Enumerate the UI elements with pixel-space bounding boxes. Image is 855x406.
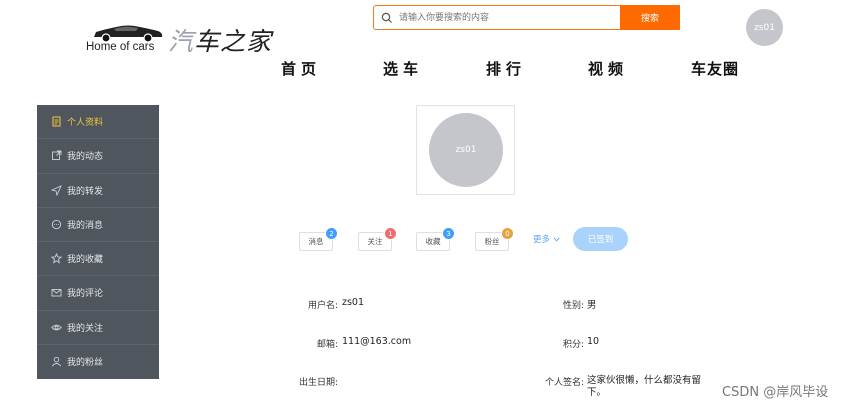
gender-label: 性别: [562, 301, 584, 311]
email-value: 111@163.com [342, 336, 412, 347]
watermark-text: CSDN @岸风毕设 [722, 385, 829, 400]
points-label: 积分: [562, 340, 584, 350]
sidebar-item-label: 我的转发 [67, 186, 104, 197]
sidebar-item-messages[interactable]: 我的消息 [37, 208, 159, 242]
nav-item-home[interactable]: 首页 [281, 58, 321, 79]
profile-avatar[interactable]: zs01 [429, 113, 503, 187]
nav-item-car-circle[interactable]: 车友圈 [691, 58, 739, 79]
main-nav: 首页 选车 排行 视频 车友圈 [0, 58, 855, 80]
signature-label: 个人签名: [544, 378, 584, 388]
site-logo[interactable]: Home of cars 汽车之家 [86, 20, 286, 60]
favorites-count-badge: 3 [442, 227, 455, 240]
favorites-button[interactable]: 收藏 3 [416, 227, 455, 251]
sidebar-item-label: 我的粉丝 [67, 358, 104, 369]
username-label: 用户名: [307, 301, 338, 311]
messages-button-label: 消息 [308, 237, 324, 246]
messages-count-badge: 2 [325, 227, 338, 240]
signature-value: 这家伙很懒，什么都没有留下。 [587, 375, 702, 398]
sidebar-item-label: 我的关注 [67, 323, 104, 334]
search-icon [381, 12, 392, 23]
more-label: 更多 [533, 235, 551, 245]
send-icon [51, 184, 62, 196]
sidebar-item-forwards[interactable]: 我的转发 [37, 174, 159, 208]
user-avatar[interactable]: zs01 [746, 9, 783, 46]
file-icon [52, 116, 61, 127]
birthday-label: 出生日期: [298, 378, 338, 388]
sidebar-item-fans[interactable]: 我的粉丝 [37, 345, 159, 379]
points-value: 10 [587, 336, 600, 347]
mail-icon [51, 289, 62, 297]
sidebar-item-favorites[interactable]: 我的收藏 [37, 242, 159, 277]
logo-english-text: Home of cars [86, 41, 155, 53]
following-button[interactable]: 关注 1 [358, 227, 397, 251]
eye-icon [51, 324, 62, 330]
search-button[interactable]: 搜索 [620, 5, 680, 30]
sidebar-item-comments[interactable]: 我的评论 [37, 276, 159, 311]
fans-count-badge: 0 [501, 227, 514, 240]
chat-bubble-icon [51, 219, 62, 230]
username-value: zs01 [342, 297, 365, 308]
profile-sidebar: 个人资料 我的动态 我的转发 我的消息 我的收藏 我的评论 我的关注 我的粉丝 [37, 105, 159, 379]
nav-item-choose-car[interactable]: 选车 [383, 58, 423, 79]
messages-button[interactable]: 消息 2 [299, 227, 338, 251]
sidebar-item-label: 我的消息 [67, 220, 104, 231]
sidebar-item-label: 我的收藏 [67, 255, 104, 266]
car-logo-icon [94, 25, 163, 43]
star-icon [51, 253, 62, 264]
gender-value: 男 [587, 300, 597, 311]
nav-item-video[interactable]: 视频 [588, 58, 628, 79]
logo-chinese-text: 汽车之家 [168, 27, 273, 56]
user-icon [51, 357, 62, 367]
sidebar-item-label: 我的动态 [67, 152, 104, 163]
email-label: 邮箱: [316, 340, 338, 350]
sidebar-item-activity[interactable]: 我的动态 [37, 139, 159, 174]
profile-avatar-frame: zs01 [416, 105, 515, 195]
sidebar-item-profile[interactable]: 个人资料 [37, 105, 159, 140]
following-count-badge: 1 [384, 227, 397, 240]
chevron-down-icon [553, 236, 560, 241]
favorites-button-label: 收藏 [425, 237, 441, 246]
sidebar-item-label: 个人资料 [67, 118, 104, 129]
sidebar-item-label: 我的评论 [67, 289, 104, 300]
checkin-button[interactable]: 已签到 [573, 227, 628, 251]
share-box-icon [52, 150, 62, 161]
nav-item-ranking[interactable]: 排行 [486, 58, 526, 79]
fans-button[interactable]: 粉丝 0 [475, 227, 514, 251]
sidebar-item-following[interactable]: 我的关注 [37, 311, 159, 345]
following-button-label: 关注 [367, 237, 383, 246]
fans-button-label: 粉丝 [484, 237, 500, 246]
more-dropdown[interactable]: 更多 [533, 233, 560, 245]
